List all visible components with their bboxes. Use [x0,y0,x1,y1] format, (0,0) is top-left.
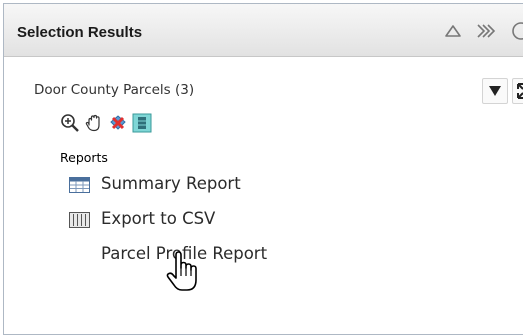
zoom-in-icon[interactable] [60,113,80,133]
dropdown-triangle-icon[interactable] [482,78,508,104]
hand-pointer-cursor-icon [165,250,199,294]
summary-report-label: Summary Report [101,174,241,193]
double-chevron-right-icon[interactable] [475,20,497,42]
collapse-up-icon[interactable] [442,20,464,42]
clear-selection-icon[interactable] [108,113,128,133]
close-icon[interactable] [510,20,523,42]
export-csv-label: Export to CSV [101,209,216,228]
expand-icon[interactable] [512,78,523,104]
reports-label: Reports [60,150,108,165]
csv-grid-icon [69,212,90,228]
summary-table-icon [69,177,90,193]
selection-results-panel: Selection Results Door County Parcels (3… [3,3,523,335]
table-icon[interactable] [132,113,152,133]
layer-title[interactable]: Door County Parcels (3) [34,82,194,98]
pan-hand-icon[interactable] [84,113,104,133]
panel-header: Selection Results [4,4,523,57]
panel-title: Selection Results [17,24,143,41]
